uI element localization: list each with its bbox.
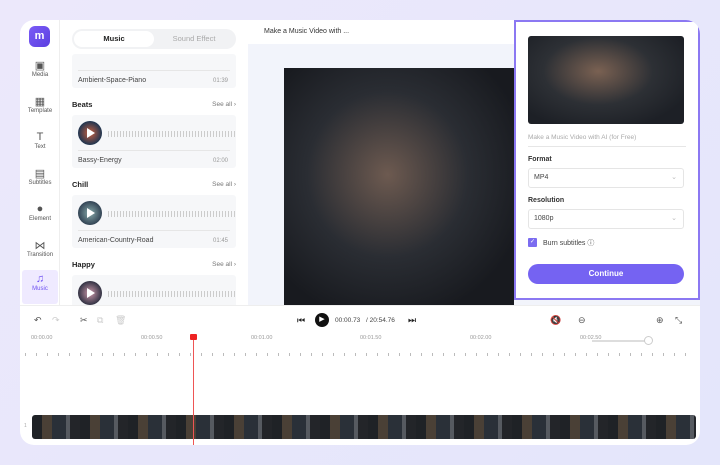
export-thumbnail <box>528 36 684 124</box>
ruler-label: 00:01.50 <box>360 335 382 341</box>
sidebar-item-transition[interactable]: ⋈ Transition <box>22 236 58 270</box>
see-all-link[interactable]: See all › <box>212 261 236 268</box>
app-logo: m <box>29 26 50 47</box>
app-window: m ▣ Media ▦ Template T Text ▤ Subtitles ● Ele… <box>20 20 700 445</box>
delete-icon[interactable]: 🗑 <box>115 315 126 326</box>
sidebar-item-music[interactable]: ♫ Music <box>22 270 58 304</box>
text-icon: T <box>36 131 44 143</box>
music-icon: ♫ <box>35 273 45 285</box>
fit-icon[interactable]: ⤡ <box>675 315 682 326</box>
track-card[interactable]: Ambient-Space-Piano 01:39 <box>72 54 236 88</box>
tab-sound-effect[interactable]: Sound Effect <box>154 31 234 47</box>
subtitles-icon: ▤ <box>34 168 46 180</box>
undo-icon[interactable]: ↶ <box>34 315 42 326</box>
media-icon: ▣ <box>34 60 46 72</box>
panel-tabs: Music Sound Effect <box>72 29 236 49</box>
track-play-thumbnail[interactable] <box>78 201 102 225</box>
track-card[interactable]: American-Country-Road 01:45 <box>72 195 236 248</box>
music-panel: Music Sound Effect Ambient-Space-Piano 01… <box>60 20 248 305</box>
chevron-down-icon: ⌄ <box>671 174 677 181</box>
category-chill: Chill <box>72 180 89 189</box>
skip-forward-icon[interactable]: ⏭ <box>408 315 416 326</box>
format-label: Format <box>528 156 552 163</box>
resolution-select[interactable]: 1080p ⌄ <box>528 209 684 229</box>
current-time: 00:00.73 <box>335 317 361 324</box>
redo-icon[interactable]: ↷ <box>52 315 60 326</box>
waveform <box>108 211 236 217</box>
format-select[interactable]: MP4 ⌄ <box>528 168 684 188</box>
skip-back-icon[interactable]: ⏮ <box>297 315 305 326</box>
burn-subtitles-checkbox[interactable]: ✓ <box>528 238 537 247</box>
timeline: ↶ ↷ ✂ ⧉ 🗑 ⏮ ▶ 00:00.73 / 20:54.76 ⏭ 🔇 ⊖ … <box>20 305 700 445</box>
ruler-label: 00:00.00 <box>31 335 53 341</box>
track-card[interactable]: Bassy-Energy 02:00 <box>72 115 236 168</box>
crop-icon[interactable]: ⧉ <box>97 315 103 326</box>
video-track-clip[interactable] <box>32 415 696 439</box>
export-popup: Make a Music Video with AI (for Free) Fo… <box>514 20 700 300</box>
category-beats: Beats <box>72 100 93 109</box>
zoom-in-icon[interactable]: ⊕ <box>656 315 664 326</box>
resolution-label: Resolution <box>528 197 565 204</box>
tab-music[interactable]: Music <box>74 31 154 47</box>
project-name-input[interactable]: Make a Music Video with AI (for Free) <box>528 134 636 141</box>
info-icon[interactable]: ⓘ <box>587 240 594 247</box>
time-ruler[interactable] <box>25 344 695 356</box>
ruler-label: 00:01.00 <box>251 335 273 341</box>
playhead[interactable] <box>193 336 194 445</box>
total-time: / 20:54.76 <box>366 317 395 324</box>
sidebar-item-element[interactable]: ● Element <box>22 200 58 234</box>
sidebar-item-subtitles[interactable]: ▤ Subtitles <box>22 164 58 198</box>
ruler-label: 00:00.50 <box>141 335 163 341</box>
zoom-out-icon[interactable]: ⊖ <box>578 315 586 326</box>
sidebar-item-template[interactable]: ▦ Template <box>22 92 58 126</box>
track-card[interactable] <box>72 275 236 305</box>
see-all-link[interactable]: See all › <box>212 181 236 188</box>
sidebar: m ▣ Media ▦ Template T Text ▤ Subtitles ● Ele… <box>20 20 60 305</box>
track-play-thumbnail[interactable] <box>78 121 102 145</box>
waveform <box>108 291 236 297</box>
see-all-link[interactable]: See all › <box>212 101 236 108</box>
track-number: 1 <box>24 423 27 429</box>
transition-icon: ⋈ <box>34 240 46 252</box>
waveform <box>108 131 236 137</box>
cut-icon[interactable]: ✂ <box>80 315 88 326</box>
play-button[interactable]: ▶ <box>315 313 329 327</box>
sidebar-item-text[interactable]: T Text <box>22 128 58 162</box>
burn-subtitles-label: Burn subtitles ⓘ <box>543 240 595 247</box>
video-preview <box>284 68 514 305</box>
category-happy: Happy <box>72 260 95 269</box>
playhead-handle[interactable] <box>190 334 197 340</box>
element-icon: ● <box>36 203 44 215</box>
track-play-thumbnail[interactable] <box>78 281 102 305</box>
template-icon: ▦ <box>34 96 46 108</box>
mute-icon[interactable]: 🔇 <box>550 315 561 326</box>
continue-button[interactable]: Continue <box>528 264 684 284</box>
chevron-down-icon: ⌄ <box>671 215 677 222</box>
ruler-label: 00:02.50 <box>580 335 602 341</box>
ruler-label: 00:02.00 <box>470 335 492 341</box>
sidebar-item-media[interactable]: ▣ Media <box>22 56 58 90</box>
